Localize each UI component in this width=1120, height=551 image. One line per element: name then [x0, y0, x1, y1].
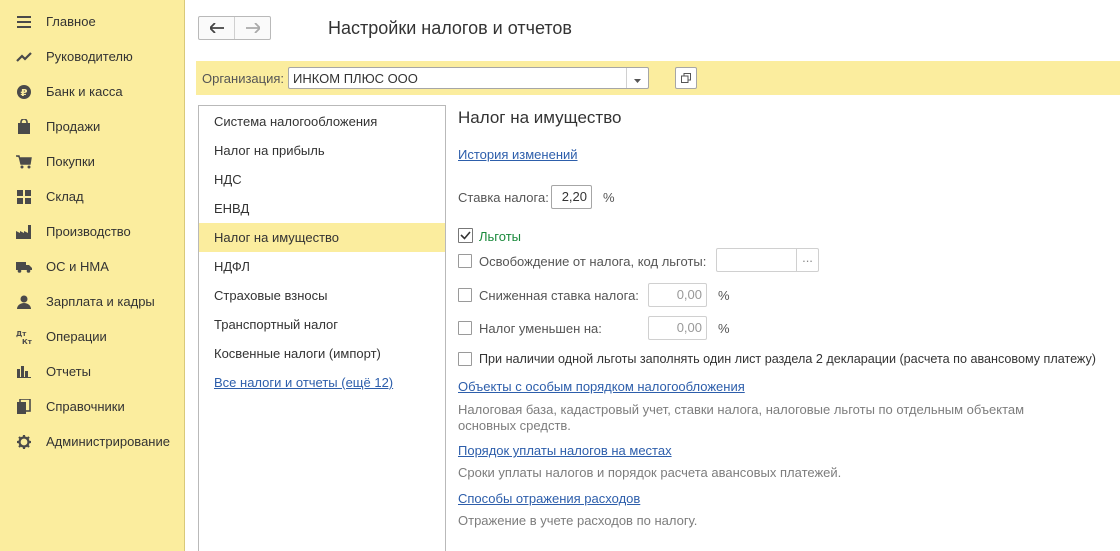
sidebar-item-purchases[interactable]: Покупки	[0, 144, 184, 179]
page-title: Настройки налогов и отчетов	[328, 18, 572, 38]
organization-value: ИНКОМ ПЛЮС ООО	[293, 71, 418, 86]
sidebar-item-label: Руководителю	[46, 49, 133, 64]
organization-dropdown-button[interactable]	[626, 68, 648, 88]
sidebar-item-production[interactable]: Производство	[0, 214, 184, 249]
trend-icon	[16, 49, 32, 65]
organization-field[interactable]: ИНКОМ ПЛЮС ООО	[288, 67, 649, 89]
exemption-select-button[interactable]: ...	[796, 249, 818, 271]
tax-list-item[interactable]: НДФЛ	[199, 252, 445, 281]
reduced-tax-label: Налог уменьшен на:	[479, 321, 602, 336]
tax-list-item-selected[interactable]: Налог на имущество	[199, 223, 445, 252]
sidebar-item-label: Администрирование	[46, 434, 170, 449]
reduced-tax-input[interactable]: 0,00	[648, 316, 707, 340]
sidebar-item-label: Главное	[46, 14, 96, 29]
sidebar-item-admin[interactable]: Администрирование	[0, 424, 184, 459]
sidebar-item-assets[interactable]: ОС и НМА	[0, 249, 184, 284]
tax-list-item[interactable]: Система налогообложения	[199, 107, 445, 136]
sidebar-item-sales[interactable]: Продажи	[0, 109, 184, 144]
organization-label: Организация:	[202, 71, 285, 86]
reduced-rate-label: Сниженная ставка налога:	[479, 288, 639, 303]
section-title: Налог на имущество	[458, 108, 622, 127]
sidebar-item-directories[interactable]: Справочники	[0, 389, 184, 424]
bar-chart-icon	[16, 364, 32, 380]
sidebar-item-operations[interactable]: Дт Кт Операции	[0, 319, 184, 354]
one-sheet-label: При наличии одной льготы заполнять один …	[479, 352, 1096, 366]
sidebar-item-label: Зарплата и кадры	[46, 294, 155, 309]
exemption-code-field[interactable]: ...	[716, 248, 819, 272]
person-icon	[16, 294, 32, 310]
svg-text:Дт: Дт	[16, 330, 27, 338]
local-payment-desc: Сроки уплаты налогов и порядок расчета а…	[458, 465, 842, 480]
expenses-desc: Отражение в учете расходов по налогу.	[458, 513, 698, 528]
sidebar-item-label: Склад	[46, 189, 84, 204]
truck-icon	[16, 259, 32, 275]
one-sheet-checkbox[interactable]	[458, 352, 472, 366]
sidebar-item-warehouse[interactable]: Склад	[0, 179, 184, 214]
sidebar-item-label: Операции	[46, 329, 107, 344]
special-objects-link[interactable]: Объекты с особым порядком налогообложени…	[458, 379, 745, 394]
tax-list-item[interactable]: Страховые взносы	[199, 281, 445, 310]
sidebar-item-label: ОС и НМА	[46, 259, 109, 274]
sidebar-item-bank[interactable]: ₽ Банк и касса	[0, 74, 184, 109]
sidebar-item-label: Справочники	[46, 399, 125, 414]
sidebar-item-label: Производство	[46, 224, 131, 239]
benefits-label: Льготы	[479, 229, 522, 244]
checkmark-icon	[460, 231, 471, 240]
forward-button[interactable]	[234, 17, 270, 39]
open-window-icon	[681, 71, 691, 86]
rate-label: Ставка налога:	[458, 190, 549, 205]
organization-open-button[interactable]	[675, 67, 697, 89]
arrow-left-icon	[208, 21, 224, 36]
sidebar-item-manager[interactable]: Руководителю	[0, 39, 184, 74]
ruble-coin-icon: ₽	[16, 84, 32, 100]
warehouse-icon	[16, 189, 32, 205]
exemption-checkbox[interactable]	[458, 254, 472, 268]
rate-input[interactable]: 2,20	[551, 185, 592, 209]
rate-unit: %	[603, 190, 615, 205]
sidebar: Главное Руководителю ₽ Банк и касса Прод…	[0, 0, 185, 551]
reduced-tax-unit: %	[718, 321, 730, 336]
expenses-link[interactable]: Способы отражения расходов	[458, 491, 640, 506]
sidebar-item-label: Покупки	[46, 154, 95, 169]
tax-list-item[interactable]: ЕНВД	[199, 194, 445, 223]
arrow-right-icon	[245, 21, 261, 36]
sidebar-item-label: Банк и касса	[46, 84, 123, 99]
tax-list-item[interactable]: НДС	[199, 165, 445, 194]
sidebar-item-label: Отчеты	[46, 364, 91, 379]
tax-list-item[interactable]: Косвенные налоги (импорт)	[199, 339, 445, 368]
sidebar-item-salary[interactable]: Зарплата и кадры	[0, 284, 184, 319]
back-button[interactable]	[199, 17, 234, 39]
sidebar-item-label: Продажи	[46, 119, 101, 134]
cart-icon	[16, 154, 32, 170]
menu-icon	[16, 14, 32, 30]
svg-text:₽: ₽	[21, 88, 28, 99]
chevron-down-icon	[634, 71, 641, 86]
tax-list: Система налогообложения Налог на прибыль…	[198, 105, 446, 551]
benefits-checkbox[interactable]	[458, 228, 473, 243]
factory-icon	[16, 224, 32, 240]
tax-list-item[interactable]: Налог на прибыль	[199, 136, 445, 165]
reduced-rate-input[interactable]: 0,00	[648, 283, 707, 307]
exemption-label: Освобождение от налога, код льготы:	[479, 254, 707, 269]
history-link[interactable]: История изменений	[458, 147, 578, 162]
sidebar-item-main[interactable]: Главное	[0, 4, 184, 39]
tax-list-item[interactable]: Транспортный налог	[199, 310, 445, 339]
gear-icon	[16, 434, 32, 450]
organization-bar: Организация: ИНКОМ ПЛЮС ООО	[196, 61, 1120, 95]
special-objects-desc-line1: Налоговая база, кадастровый учет, ставки…	[458, 402, 1025, 417]
reduced-tax-checkbox[interactable]	[458, 321, 472, 335]
special-objects-desc-line2: основных средств.	[458, 418, 571, 433]
local-payment-link[interactable]: Порядок уплаты налогов на местах	[458, 443, 672, 458]
sidebar-item-reports[interactable]: Отчеты	[0, 354, 184, 389]
reduced-rate-unit: %	[718, 288, 730, 303]
svg-text:Кт: Кт	[22, 338, 32, 344]
history-nav	[198, 16, 271, 40]
all-taxes-link[interactable]: Все налоги и отчеты (ещё 12)	[199, 368, 445, 397]
reduced-rate-checkbox[interactable]	[458, 288, 472, 302]
debit-credit-icon: Дт Кт	[16, 329, 32, 345]
books-icon	[16, 399, 32, 415]
shopping-bag-icon	[16, 119, 32, 135]
